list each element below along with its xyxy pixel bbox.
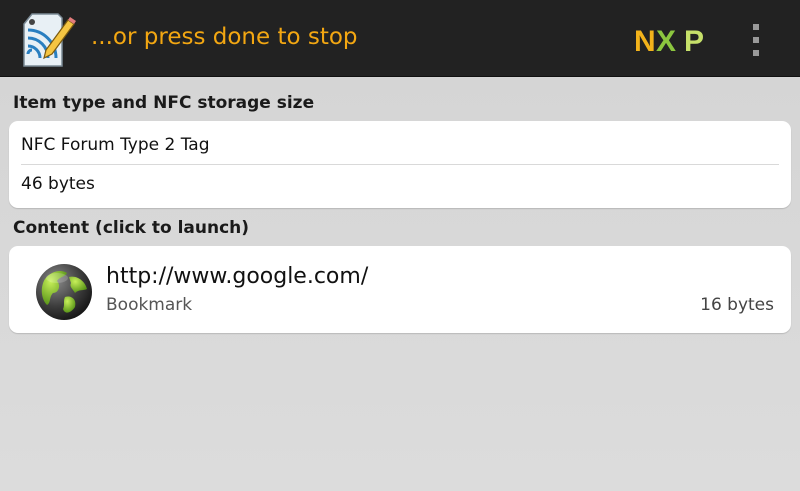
section-label-content: Content (click to launch) (13, 218, 250, 238)
tag-type-value: NFC Forum Type 2 Tag (21, 135, 210, 155)
record-size: 16 bytes (700, 295, 774, 315)
page-title: ...or press done to stop (91, 24, 358, 50)
action-bar: ...or press done to stop N X P (0, 0, 800, 77)
content-area: Item type and NFC storage size NFC Forum… (0, 78, 800, 491)
nfc-tag-write-icon[interactable] (18, 10, 76, 68)
globe-icon (36, 264, 92, 320)
nxp-logo: N X P (634, 25, 704, 54)
list-item[interactable]: http://www.google.com/ Bookmark 16 bytes (9, 246, 791, 333)
storage-size-value: 46 bytes (21, 174, 95, 194)
svg-text:P: P (684, 25, 704, 54)
svg-text:X: X (656, 25, 676, 54)
record-type: Bookmark (106, 295, 193, 315)
tag-info-card: NFC Forum Type 2 Tag 46 bytes (9, 121, 791, 208)
section-label-item-type: Item type and NFC storage size (13, 93, 315, 113)
record-url: http://www.google.com/ (106, 264, 369, 289)
overflow-menu-icon[interactable] (744, 24, 768, 56)
divider (21, 164, 779, 165)
svg-text:N: N (634, 25, 656, 54)
